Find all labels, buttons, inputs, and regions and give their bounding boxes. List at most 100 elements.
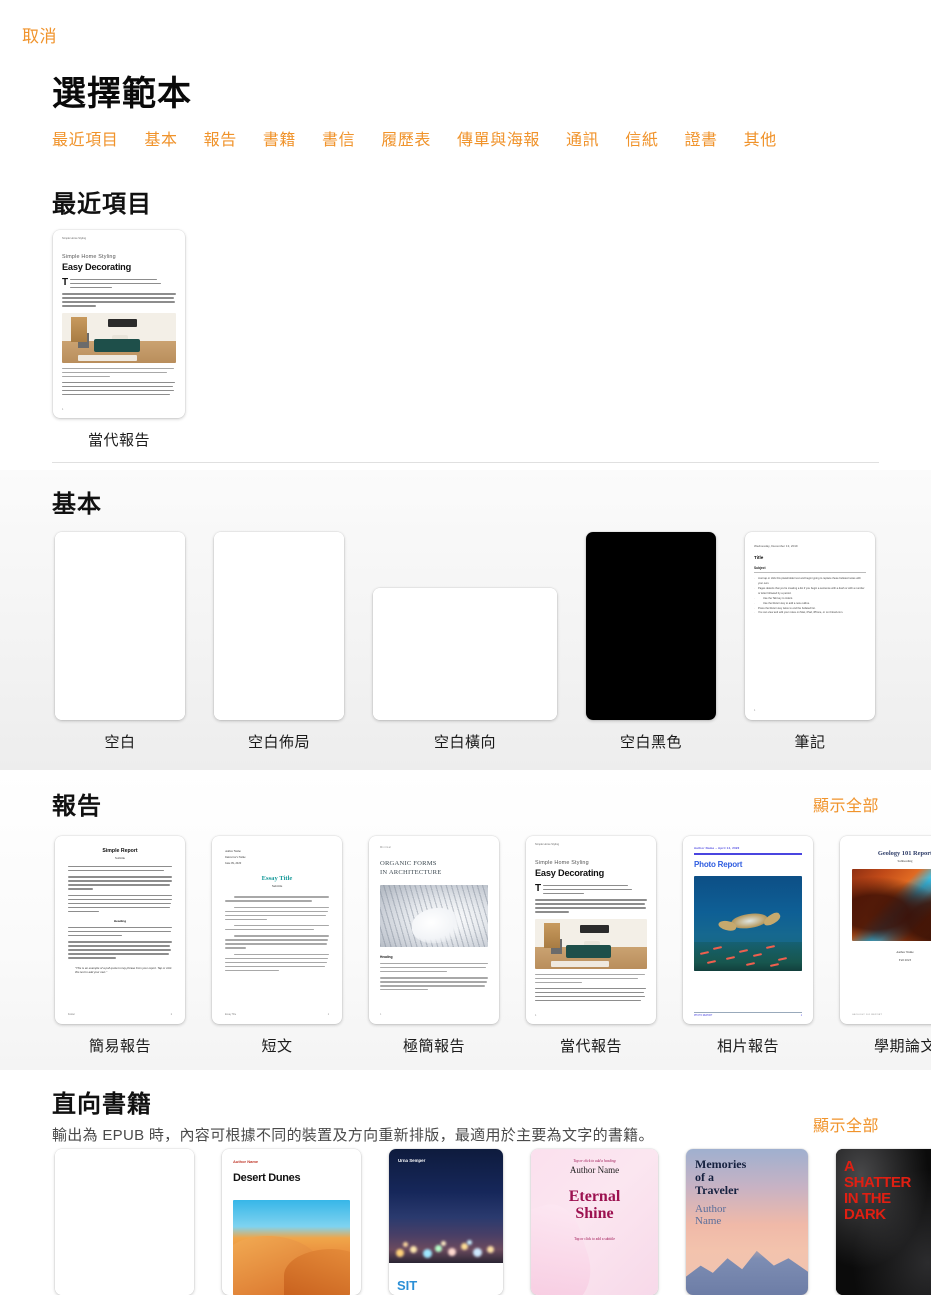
thumb-footer-left: PHOTO REPORT <box>694 1015 713 1017</box>
thumb-city-photo <box>389 1149 503 1263</box>
basic-template-row: 空白 空白佈局 空白橫向 空白黑色 Wednesday, December 13… <box>55 532 875 752</box>
template-card-blank-black[interactable]: 空白黑色 <box>586 532 716 752</box>
template-thumbnail[interactable] <box>586 532 716 720</box>
template-caption: 短文 <box>261 1038 293 1055</box>
template-thumbnail[interactable] <box>214 532 344 720</box>
template-card-modern-report[interactable]: Simple Home Styling Simple Home Styling … <box>53 230 185 450</box>
thumb-page-number: 1 <box>535 1014 537 1017</box>
thumb-title-line3: Traveler <box>695 1182 739 1197</box>
template-card-simple-report[interactable]: Simple Report Subtitle Heading "This is … <box>55 836 185 1056</box>
recent-template-row: Simple Home Styling Simple Home Styling … <box>53 230 185 450</box>
thumb-title: Photo Report <box>694 859 743 869</box>
template-card-blank-layout[interactable]: 空白佈局 <box>214 532 344 752</box>
section-divider <box>52 462 879 463</box>
template-card-blank[interactable]: 空白 <box>55 532 185 752</box>
tab-letters[interactable]: 書信 <box>322 126 355 150</box>
thumb-footer-right: 1 <box>327 1014 329 1016</box>
template-card-blank-landscape[interactable]: 空白橫向 <box>373 588 557 752</box>
tab-misc[interactable]: 其他 <box>744 126 777 150</box>
thumb-pull-quote: "This is an example of a pull quote to k… <box>75 965 172 974</box>
section-reports-header: 報告 <box>52 786 102 821</box>
tab-stationery[interactable]: 信紙 <box>625 126 658 150</box>
reports-template-row: Simple Report Subtitle Heading "This is … <box>55 836 931 1056</box>
template-card-memories-traveler[interactable]: Memories of a Traveler Author Name <box>686 1149 808 1295</box>
template-card-photo-report[interactable]: Author Name – April 14, 2022 Photo Repor… <box>683 836 813 1056</box>
template-caption: 當代報告 <box>87 432 150 449</box>
thumb-title-line1: A <box>844 1158 855 1175</box>
thumb-dunes-photo <box>233 1200 350 1295</box>
thumb-subheading: Subtitle <box>114 856 126 860</box>
template-caption: 空白黑色 <box>619 734 682 751</box>
template-card-notes[interactable]: Wednesday, December 13, 2019 Title Subje… <box>745 532 875 752</box>
tab-newsletters[interactable]: 通訊 <box>566 126 599 150</box>
thumb-title-line2: of a <box>695 1169 714 1184</box>
template-card-urna-semper[interactable]: Urna Semper SIT <box>389 1149 503 1295</box>
tab-certificates[interactable]: 證書 <box>684 126 717 150</box>
thumb-title: Desert Dunes <box>233 1172 301 1184</box>
template-thumbnail[interactable]: Tap or click to add a heading Author Nam… <box>531 1149 658 1295</box>
thumb-heading-hint: Tap or click to add a heading <box>573 1159 616 1163</box>
template-thumbnail[interactable]: Minimal ORGANIC FORMS IN ARCHITECTURE He… <box>369 836 499 1024</box>
thumb-author: Author Name <box>695 1203 799 1228</box>
thumb-running-head: Simple Home Styling <box>62 237 87 240</box>
template-thumbnail[interactable]: Memories of a Traveler Author Name <box>686 1149 808 1295</box>
thumb-subtitle: Subtitle <box>271 884 283 889</box>
template-thumbnail[interactable] <box>373 588 557 720</box>
tab-resumes[interactable]: 履歷表 <box>381 126 431 150</box>
tab-reports[interactable]: 報告 <box>204 126 237 150</box>
section-recent-header: 最近項目 <box>52 184 152 219</box>
section-basic: 基本 空白 空白佈局 空白橫向 空白黑色 Wednesday, December… <box>0 470 931 770</box>
template-caption: 空白佈局 <box>247 734 310 751</box>
thumb-room-photo <box>62 312 176 363</box>
template-caption: 空白橫向 <box>433 734 496 751</box>
template-thumbnail[interactable]: Simple Report Subtitle Heading "This is … <box>55 836 185 1024</box>
template-card-term-paper[interactable]: Geology 101 Report Subheading Author Nam… <box>840 836 931 1056</box>
template-caption: 簡易報告 <box>88 1038 151 1055</box>
section-books-subtitle: 輸出為 EPUB 時，內容可根據不同的裝置及方向重新排版，最適用於主要為文字的書… <box>52 1127 654 1144</box>
section-basic-header: 基本 <box>52 484 102 519</box>
tab-flyers-posters[interactable]: 傳單與海報 <box>457 126 540 150</box>
template-card-shatter-in-dark[interactable]: A SHATTER IN THE DARK <box>836 1149 931 1295</box>
template-chooser-page: 取消 選擇範本 最近項目 基本 報告 書籍 書信 履歷表 傳單與海報 通訊 信紙… <box>0 0 931 1295</box>
template-thumbnail[interactable]: Simple Home Styling Simple Home Styling … <box>526 836 656 1024</box>
template-thumbnail[interactable]: Author Name – April 14, 2022 Photo Repor… <box>683 836 813 1024</box>
thumb-kicker: Minimal <box>380 846 392 849</box>
template-card-essay[interactable]: Author Name Instructor's Name June 09, 2… <box>212 836 342 1056</box>
template-thumbnail[interactable] <box>55 532 185 720</box>
template-thumbnail[interactable]: A SHATTER IN THE DARK <box>836 1149 931 1295</box>
template-card-modern-report[interactable]: Simple Home Styling Simple Home Styling … <box>526 836 656 1056</box>
template-thumbnail[interactable]: Simple Home Styling Simple Home Styling … <box>53 230 185 418</box>
section-recent-title: 最近項目 <box>52 191 152 218</box>
books-show-all-link[interactable]: 顯示全部 <box>813 1112 879 1136</box>
thumb-author: Author Name <box>569 1165 620 1175</box>
thumb-footer-left: Essay Title <box>225 1014 237 1016</box>
reports-show-all-link[interactable]: 顯示全部 <box>813 792 879 816</box>
thumb-bullet: Pages detects that you're creating a lis… <box>754 587 866 597</box>
thumb-dropcap: T <box>62 277 69 288</box>
tab-recent[interactable]: 最近項目 <box>52 126 118 150</box>
thumb-date: June 09, 2020 <box>225 861 242 866</box>
tab-basic[interactable]: 基本 <box>144 126 177 150</box>
template-thumbnail[interactable]: Author Name Instructor's Name June 09, 2… <box>212 836 342 1024</box>
cancel-button[interactable]: 取消 <box>22 22 57 47</box>
books-template-row: Author Name Desert Dunes Urna Semper SIT… <box>55 1149 931 1295</box>
thumb-title: Memories of a Traveler <box>695 1158 799 1197</box>
template-card-minimal-report[interactable]: Minimal ORGANIC FORMS IN ARCHITECTURE He… <box>369 836 499 1056</box>
category-tabs: 最近項目 基本 報告 書籍 書信 履歷表 傳單與海報 通訊 信紙 證書 其他 <box>52 126 777 150</box>
template-thumbnail[interactable]: Urna Semper SIT <box>389 1149 503 1295</box>
template-thumbnail[interactable] <box>55 1149 194 1295</box>
tab-books[interactable]: 書籍 <box>263 126 296 150</box>
template-caption: 相片報告 <box>716 1038 779 1055</box>
template-thumbnail[interactable]: Geology 101 Report Subheading Author Nam… <box>840 836 931 1024</box>
section-books-header: 直向書籍 輸出為 EPUB 時，內容可根據不同的裝置及方向重新排版，最適用於主要… <box>52 1084 654 1145</box>
template-card-eternal-shine[interactable]: Tap or click to add a heading Author Nam… <box>531 1149 658 1295</box>
thumb-author-line2: Name <box>695 1215 722 1228</box>
thumb-footer: GEOLOGY 101 REPORT <box>852 1014 883 1016</box>
template-card-blank-book[interactable] <box>55 1149 194 1295</box>
template-card-desert-dunes[interactable]: Author Name Desert Dunes <box>222 1149 361 1295</box>
template-thumbnail[interactable]: Author Name Desert Dunes <box>222 1149 361 1295</box>
thumb-title-line3: IN THE <box>844 1189 891 1207</box>
thumb-section-heading: Heading <box>113 919 127 924</box>
template-thumbnail[interactable]: Wednesday, December 13, 2019 Title Subje… <box>745 532 875 720</box>
thumb-title: Geology 101 Report <box>877 850 931 857</box>
